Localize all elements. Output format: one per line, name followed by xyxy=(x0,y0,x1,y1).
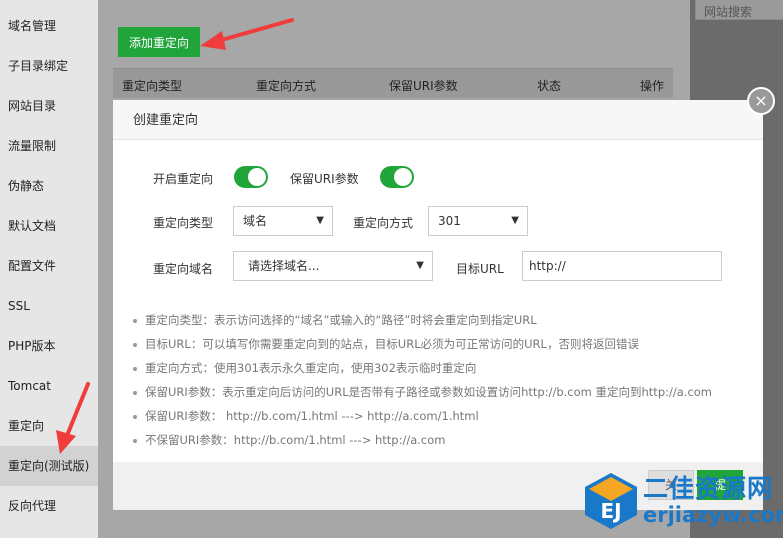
redirect-help-list: 重定向类型：表示访问选择的“域名”或输入的“路径”时将会重定向到指定URL 目标… xyxy=(133,308,753,452)
target-url-input[interactable]: http:// xyxy=(522,251,722,281)
toggle-knob xyxy=(394,168,412,186)
target-url-label: 目标URL xyxy=(456,262,504,276)
column-header-method: 重定向方式 xyxy=(256,79,317,93)
chevron-down-icon: ▼ xyxy=(316,215,324,226)
chevron-down-icon: ▼ xyxy=(511,215,519,226)
watermark-logo-icon: EJ xyxy=(585,473,637,529)
svg-text:EJ: EJ xyxy=(600,499,621,523)
sidebar-item-redirect-beta[interactable]: 重定向(测试版) xyxy=(0,446,98,486)
redirect-method-select[interactable]: 301 ▼ xyxy=(428,206,528,236)
column-header-actions: 操作 xyxy=(640,79,665,93)
column-header-keep-uri: 保留URI参数 xyxy=(389,79,458,93)
dialog-title: 创建重定向 xyxy=(113,100,763,140)
settings-sidebar: 域名管理 子目录绑定 网站目录 流量限制 伪静态 默认文档 配置文件 SSL P… xyxy=(0,0,98,538)
redirect-table-header: 重定向类型 重定向方式 保留URI参数 状态 操作 xyxy=(113,68,673,98)
redirect-domain-label: 重定向域名 xyxy=(153,262,214,276)
chevron-down-icon: ▼ xyxy=(416,260,424,271)
close-dialog-button[interactable]: × xyxy=(747,87,775,115)
sidebar-item-site-directory[interactable]: 网站目录 xyxy=(0,86,98,126)
sidebar-item-traffic-limit[interactable]: 流量限制 xyxy=(0,126,98,166)
help-item: 不保留URI参数：http://b.com/1.html ---> http:/… xyxy=(133,428,753,452)
keep-uri-label: 保留URI参数 xyxy=(290,172,359,186)
sidebar-item-tomcat[interactable]: Tomcat xyxy=(0,366,98,406)
toggle-knob xyxy=(248,168,266,186)
redirect-domain-select[interactable]: 请选择域名... ▼ xyxy=(233,251,433,281)
sidebar-item-rewrite[interactable]: 伪静态 xyxy=(0,166,98,206)
redirect-type-select[interactable]: 域名 ▼ xyxy=(233,206,333,236)
enable-redirect-label: 开启重定向 xyxy=(153,172,214,186)
sidebar-item-reverse-proxy[interactable]: 反向代理 xyxy=(0,486,98,526)
keep-uri-toggle[interactable] xyxy=(380,166,414,188)
add-redirect-button[interactable]: 添加重定向 xyxy=(118,27,200,57)
enable-redirect-toggle[interactable] xyxy=(234,166,268,188)
watermark: EJ 二佳资源网 erjiazyw.com xyxy=(583,465,783,538)
help-item: 保留URI参数：表示重定向后访问的URL是否带有子路径或参数如设置访问http:… xyxy=(133,380,753,404)
redirect-type-label: 重定向类型 xyxy=(153,216,214,230)
sidebar-item-redirect[interactable]: 重定向 xyxy=(0,406,98,446)
sidebar-item-domain-management[interactable]: 域名管理 xyxy=(0,6,98,46)
column-header-status: 状态 xyxy=(537,79,562,93)
watermark-domain: erjiazyw.com xyxy=(643,503,783,527)
column-header-type: 重定向类型 xyxy=(122,79,183,93)
sidebar-item-ssl[interactable]: SSL xyxy=(0,286,98,326)
sidebar-item-default-document[interactable]: 默认文档 xyxy=(0,206,98,246)
sidebar-item-php-version[interactable]: PHP版本 xyxy=(0,326,98,366)
watermark-title: 二佳资源网 xyxy=(643,474,774,503)
site-search-input[interactable]: 网站搜索 xyxy=(695,0,783,20)
create-redirect-dialog: 创建重定向 开启重定向 保留URI参数 重定向类型 域名 ▼ 重定向方式 301… xyxy=(113,100,763,510)
sidebar-item-config-file[interactable]: 配置文件 xyxy=(0,246,98,286)
redirect-method-label: 重定向方式 xyxy=(353,216,414,230)
help-item: 目标URL：可以填写你需要重定向到的站点，目标URL必须为可正常访问的URL，否… xyxy=(133,332,753,356)
sidebar-item-subdirectory-binding[interactable]: 子目录绑定 xyxy=(0,46,98,86)
help-item: 重定向方式：使用301表示永久重定向，使用302表示临时重定向 xyxy=(133,356,753,380)
help-item: 保留URI参数： http://b.com/1.html ---> http:/… xyxy=(133,404,753,428)
help-item: 重定向类型：表示访问选择的“域名”或输入的“路径”时将会重定向到指定URL xyxy=(133,308,753,332)
